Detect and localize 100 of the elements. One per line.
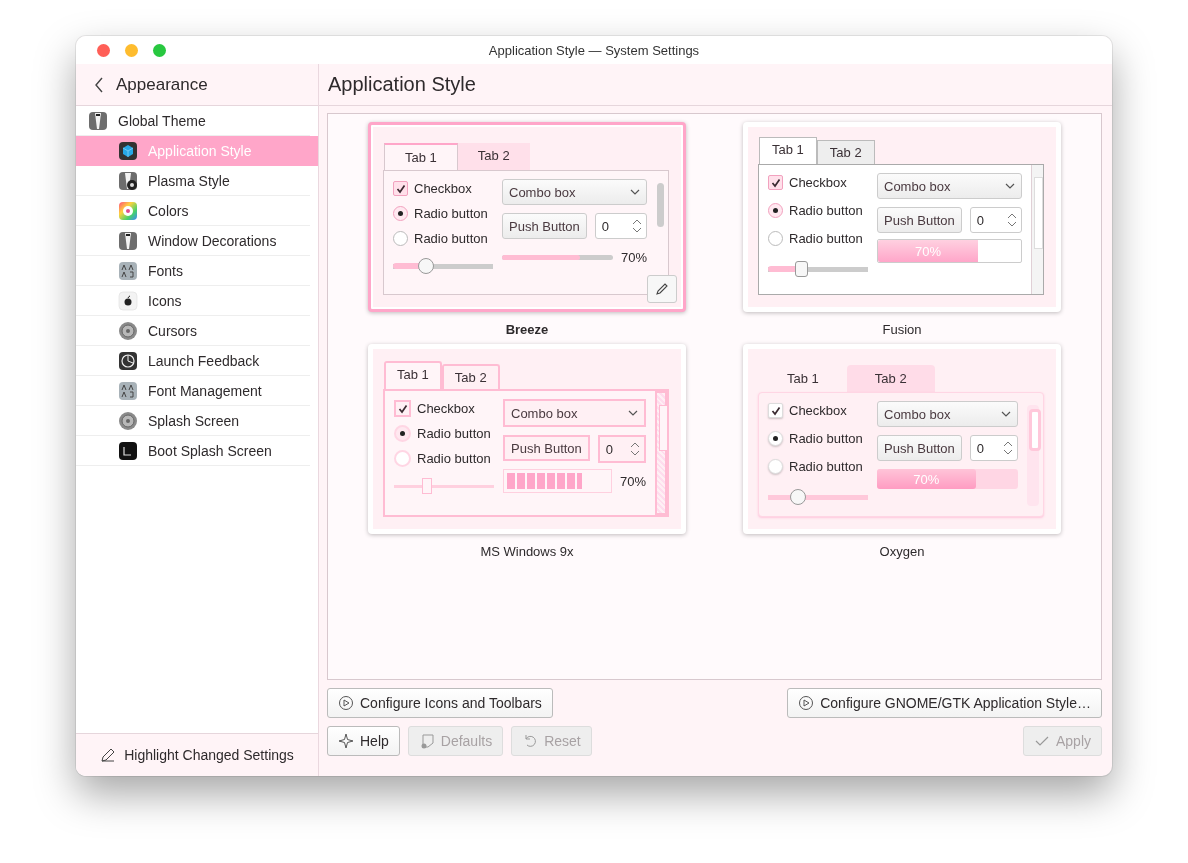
page-title: Application Style xyxy=(328,73,476,96)
spin-box[interactable]: 0 xyxy=(969,435,1018,461)
slider-handle[interactable] xyxy=(790,489,806,505)
progress-label: 70% xyxy=(619,473,646,489)
tab[interactable]: Tab 1 xyxy=(384,143,458,170)
push-button[interactable]: Push Button xyxy=(502,213,587,239)
slider-handle[interactable] xyxy=(418,258,434,274)
spin-box[interactable]: 0 xyxy=(969,207,1022,233)
radio-button[interactable] xyxy=(394,450,411,467)
checkbox[interactable] xyxy=(394,400,411,417)
radio-button[interactable] xyxy=(394,425,411,442)
caret-icon xyxy=(628,409,638,417)
spin-arrows-icon xyxy=(632,218,642,234)
style-preview-card[interactable]: Tab 1 Tab 2 Checkbox Radio button Radio button Combo box Push Button 0 70% xyxy=(368,344,686,534)
checkbox-label: Checkbox xyxy=(789,403,847,418)
combo-box[interactable]: Combo box xyxy=(502,179,647,205)
radio-button[interactable] xyxy=(393,206,408,221)
radio-button[interactable] xyxy=(768,431,783,446)
sidebar-item[interactable]: Boot Splash Screen xyxy=(76,436,310,466)
window-title: Application Style — System Settings xyxy=(488,42,700,58)
configure-button[interactable]: Configure Icons and Toolbars xyxy=(327,688,553,718)
settings-module-icon xyxy=(118,141,138,161)
radio-button[interactable] xyxy=(768,459,783,474)
settings-module-icon xyxy=(118,411,138,431)
settings-module-icon xyxy=(118,201,138,221)
configure-button[interactable]: Configure GNOME/GTK Application Style… xyxy=(787,688,1102,718)
radio-button[interactable] xyxy=(768,231,783,246)
check-icon xyxy=(770,177,781,188)
tab[interactable]: Tab 2 xyxy=(457,143,530,170)
sidebar-item[interactable]: Colors xyxy=(76,196,310,226)
radio-label: Radio button xyxy=(789,203,863,218)
close-button[interactable] xyxy=(97,44,110,57)
spin-arrows-icon xyxy=(1007,212,1017,228)
progress-label: 70% xyxy=(914,242,943,261)
checkbox-label: Checkbox xyxy=(789,175,847,190)
tab[interactable]: Tab 2 xyxy=(816,140,875,164)
sidebar-item[interactable]: Window Decorations xyxy=(76,226,310,256)
sidebar-item[interactable]: Fonts xyxy=(76,256,310,286)
style-preview-card[interactable]: Tab 1 Tab 2 Checkbox Radio button Radio button Combo box Push Button 0 70% xyxy=(743,122,1061,312)
combo-box[interactable]: Combo box xyxy=(503,399,646,427)
back-button[interactable]: Appearance xyxy=(76,64,318,106)
edit-button[interactable] xyxy=(647,275,677,303)
undo-icon xyxy=(522,733,539,749)
radio-button[interactable] xyxy=(393,231,408,246)
checkbox-label: Checkbox xyxy=(417,401,475,416)
tab[interactable]: Tab 1 xyxy=(384,361,442,389)
style-name: Oxygen xyxy=(879,544,925,559)
sidebar-item[interactable]: Icons xyxy=(76,286,310,316)
spin-box[interactable]: 0 xyxy=(597,435,646,463)
style-name: MS Windows 9x xyxy=(480,544,574,559)
sidebar-item[interactable]: Global Theme xyxy=(76,106,310,136)
slider-handle[interactable] xyxy=(422,478,432,494)
settings-module-icon xyxy=(118,381,138,401)
caret-icon xyxy=(630,188,640,196)
push-button[interactable]: Push Button xyxy=(503,435,590,461)
help-button[interactable]: Help xyxy=(327,726,400,756)
settings-module-icon xyxy=(118,291,138,311)
radio-label: Radio button xyxy=(789,431,863,446)
combo-box[interactable]: Combo box xyxy=(877,401,1018,427)
progress-label: 70% xyxy=(620,249,647,265)
checkbox[interactable] xyxy=(768,403,783,418)
back-chevron-icon xyxy=(94,76,104,93)
radio-label: Radio button xyxy=(414,206,488,221)
spin-arrows-icon xyxy=(1003,440,1013,456)
sidebar-item[interactable]: Font Management xyxy=(76,376,310,406)
style-preview-card[interactable]: Tab 1 Tab 2 Checkbox Radio button Radio button Combo box Push Button 0 70% xyxy=(368,122,686,312)
check-icon xyxy=(770,405,781,416)
spin-box[interactable]: 0 xyxy=(594,213,647,239)
settings-module-icon xyxy=(118,231,138,251)
combo-box[interactable]: Combo box xyxy=(877,173,1022,199)
spin-arrows-icon xyxy=(630,441,640,457)
settings-module-icon xyxy=(118,261,138,281)
radio-label: Radio button xyxy=(414,231,488,246)
checkbox[interactable] xyxy=(768,175,783,190)
settings-module-icon xyxy=(88,111,108,131)
tab[interactable]: Tab 2 xyxy=(846,365,935,392)
checkbox[interactable] xyxy=(393,181,408,196)
sidebar-item[interactable]: Splash Screen xyxy=(76,406,310,436)
sidebar-item[interactable]: Cursors xyxy=(76,316,310,346)
slider-handle[interactable] xyxy=(795,261,808,277)
radio-label: Radio button xyxy=(789,459,863,474)
progress-label: 70% xyxy=(912,470,941,489)
tab[interactable]: Tab 1 xyxy=(759,137,817,164)
push-button[interactable]: Push Button xyxy=(877,435,962,461)
minimize-button[interactable] xyxy=(125,44,138,57)
zoom-button[interactable] xyxy=(153,44,166,57)
check-icon xyxy=(397,403,408,414)
settings-module-icon xyxy=(118,351,138,371)
settings-module-icon xyxy=(118,441,138,461)
tab[interactable]: Tab 2 xyxy=(441,364,500,389)
settings-module-icon xyxy=(118,171,138,191)
settings-module-icon xyxy=(118,321,138,341)
radio-button[interactable] xyxy=(768,203,783,218)
pencil-icon xyxy=(655,282,669,296)
sidebar-item[interactable]: Plasma Style xyxy=(76,166,310,196)
style-preview-card[interactable]: Tab 1 Tab 2 Checkbox Radio button Radio button Combo box Push Button 0 70% xyxy=(743,344,1061,534)
push-button[interactable]: Push Button xyxy=(877,207,962,233)
radio-label: Radio button xyxy=(417,451,491,466)
pencil-icon xyxy=(100,747,117,763)
sidebar-item[interactable]: Launch Feedback xyxy=(76,346,310,376)
